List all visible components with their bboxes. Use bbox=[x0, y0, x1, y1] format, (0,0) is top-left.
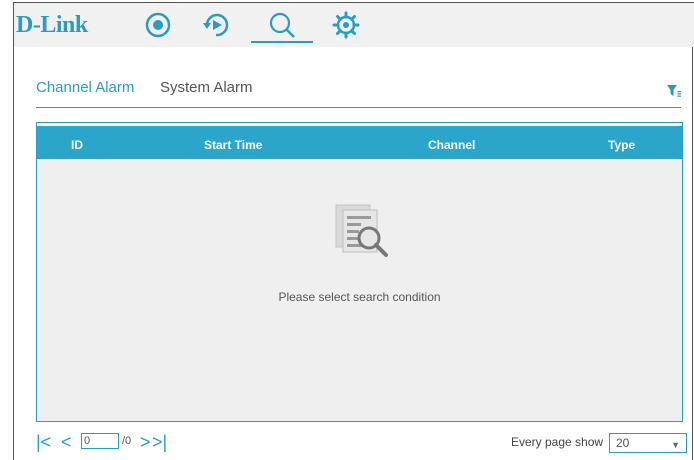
no-results-search-icon bbox=[335, 204, 388, 257]
prev-page-icon[interactable]: < bbox=[61, 433, 72, 451]
page-size-select[interactable]: 20 ▼ bbox=[609, 433, 687, 453]
page-number-input[interactable]: 0 bbox=[81, 433, 119, 449]
active-nav-indicator bbox=[251, 41, 313, 43]
chevron-down-icon: ▼ bbox=[671, 440, 680, 450]
last-page-icon[interactable]: >| bbox=[152, 433, 167, 451]
pagination-bar: |< < 0 /0 > >| Every page show 20 ▼ bbox=[14, 430, 694, 460]
column-header-channel[interactable]: Channel bbox=[428, 138, 475, 152]
top-nav-bar: D-Link bbox=[14, 2, 694, 47]
column-header-id[interactable]: ID bbox=[71, 138, 83, 152]
tabs-divider bbox=[36, 107, 681, 108]
alarm-tabs: Channel Alarm System Alarm bbox=[14, 47, 694, 108]
app-frame: D-Link Channel Alarm System Alarm ID Sta… bbox=[13, 2, 694, 460]
empty-state-message: Please select search condition bbox=[278, 290, 441, 304]
next-page-icon[interactable]: > bbox=[140, 433, 151, 451]
settings-icon[interactable] bbox=[331, 10, 361, 40]
playback-icon[interactable] bbox=[201, 10, 231, 40]
tab-channel-alarm[interactable]: Channel Alarm bbox=[36, 79, 134, 96]
table-header: ID Start Time Channel Type bbox=[37, 123, 682, 159]
alarm-table: ID Start Time Channel Type Please select… bbox=[36, 122, 683, 422]
tab-system-alarm[interactable]: System Alarm bbox=[160, 79, 253, 96]
filter-icon[interactable] bbox=[667, 84, 681, 98]
page-size-label: Every page show bbox=[511, 435, 604, 449]
search-icon[interactable] bbox=[267, 10, 297, 40]
page-size-value: 20 bbox=[616, 436, 630, 450]
page-total-label: /0 bbox=[122, 435, 132, 447]
column-header-start-time[interactable]: Start Time bbox=[204, 138, 262, 152]
dlink-logo: D-Link bbox=[16, 12, 88, 38]
first-page-icon[interactable]: |< bbox=[36, 433, 51, 451]
live-view-icon[interactable] bbox=[143, 10, 173, 40]
column-header-type[interactable]: Type bbox=[608, 138, 635, 152]
